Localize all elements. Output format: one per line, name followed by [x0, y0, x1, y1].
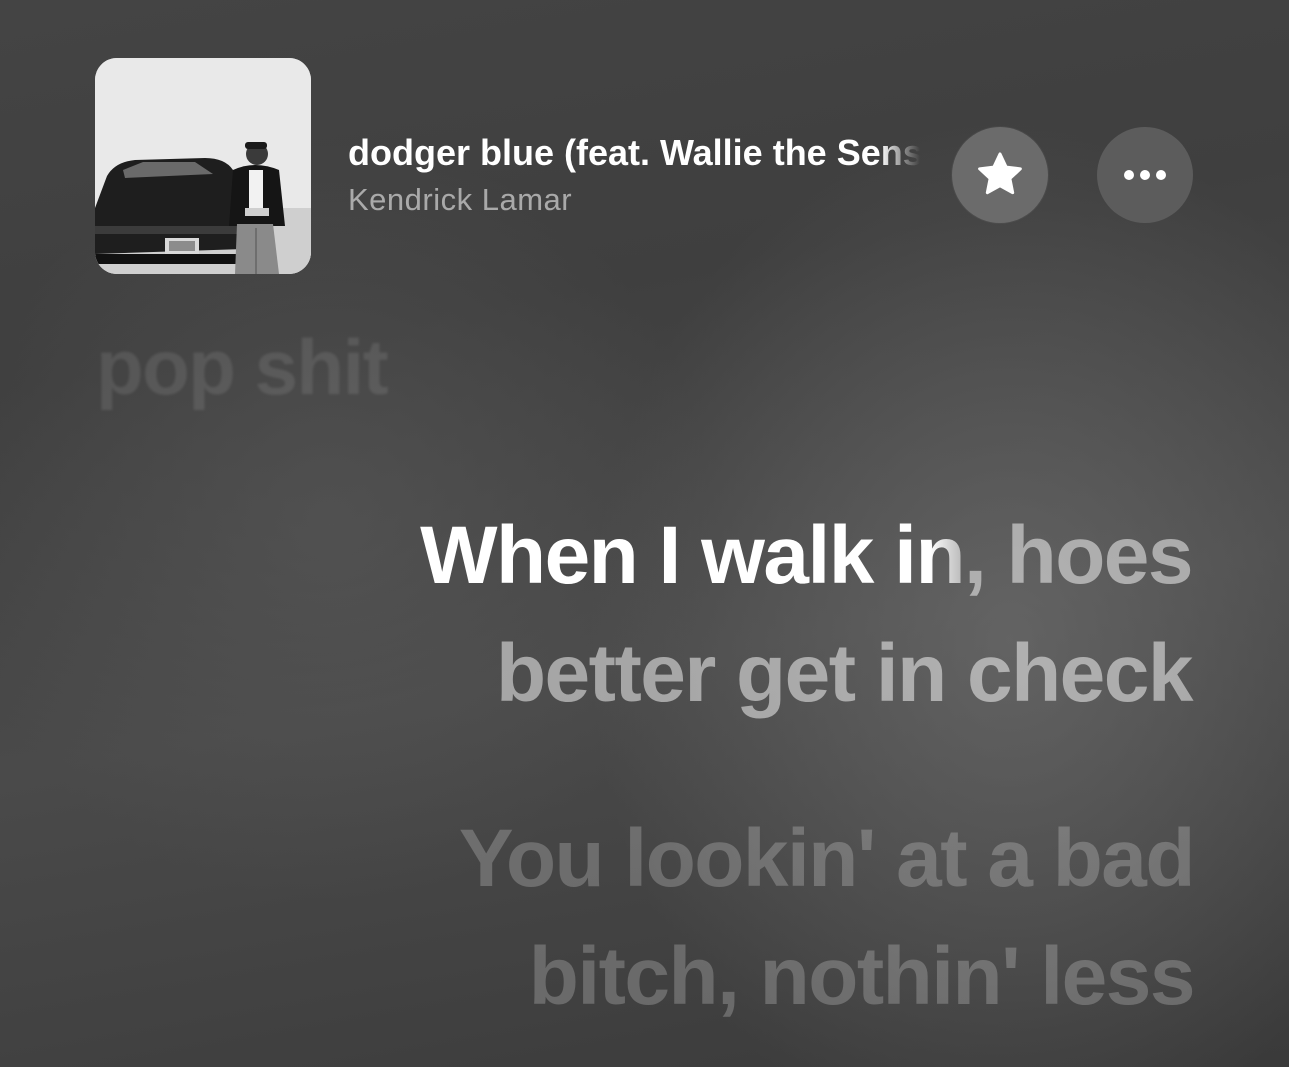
song-title[interactable]: dodger blue (feat. Wallie the Sensei, Si… — [348, 131, 920, 175]
next-lyric-line-1: You lookin' at a bad — [458, 813, 1196, 904]
album-artwork[interactable] — [95, 58, 311, 274]
star-icon — [978, 152, 1022, 195]
lyric-partial-text: n — [915, 510, 965, 601]
next-lyric[interactable]: You lookin' at a bad bitch, nothin' less — [458, 800, 1196, 1036]
more-options-button[interactable] — [1097, 127, 1193, 223]
ellipsis-icon — [1124, 170, 1166, 180]
current-lyric-line-2: better get in check — [495, 628, 1194, 719]
favorite-button[interactable] — [952, 127, 1048, 223]
lyric-unsung-text: , hoes — [964, 510, 1193, 601]
current-lyric-line-1: When I walk in, hoes — [420, 497, 1193, 615]
artist-name[interactable]: Kendrick Lamar — [348, 180, 572, 220]
lyric-sung-text: When I walk i — [420, 510, 917, 601]
previous-lyric-line[interactable]: pop shit — [96, 322, 389, 412]
current-lyric[interactable]: When I walk in, hoes better get in check — [420, 497, 1194, 733]
next-lyric-line-2: bitch, nothin' less — [528, 931, 1196, 1022]
album-cover-image — [95, 58, 311, 274]
